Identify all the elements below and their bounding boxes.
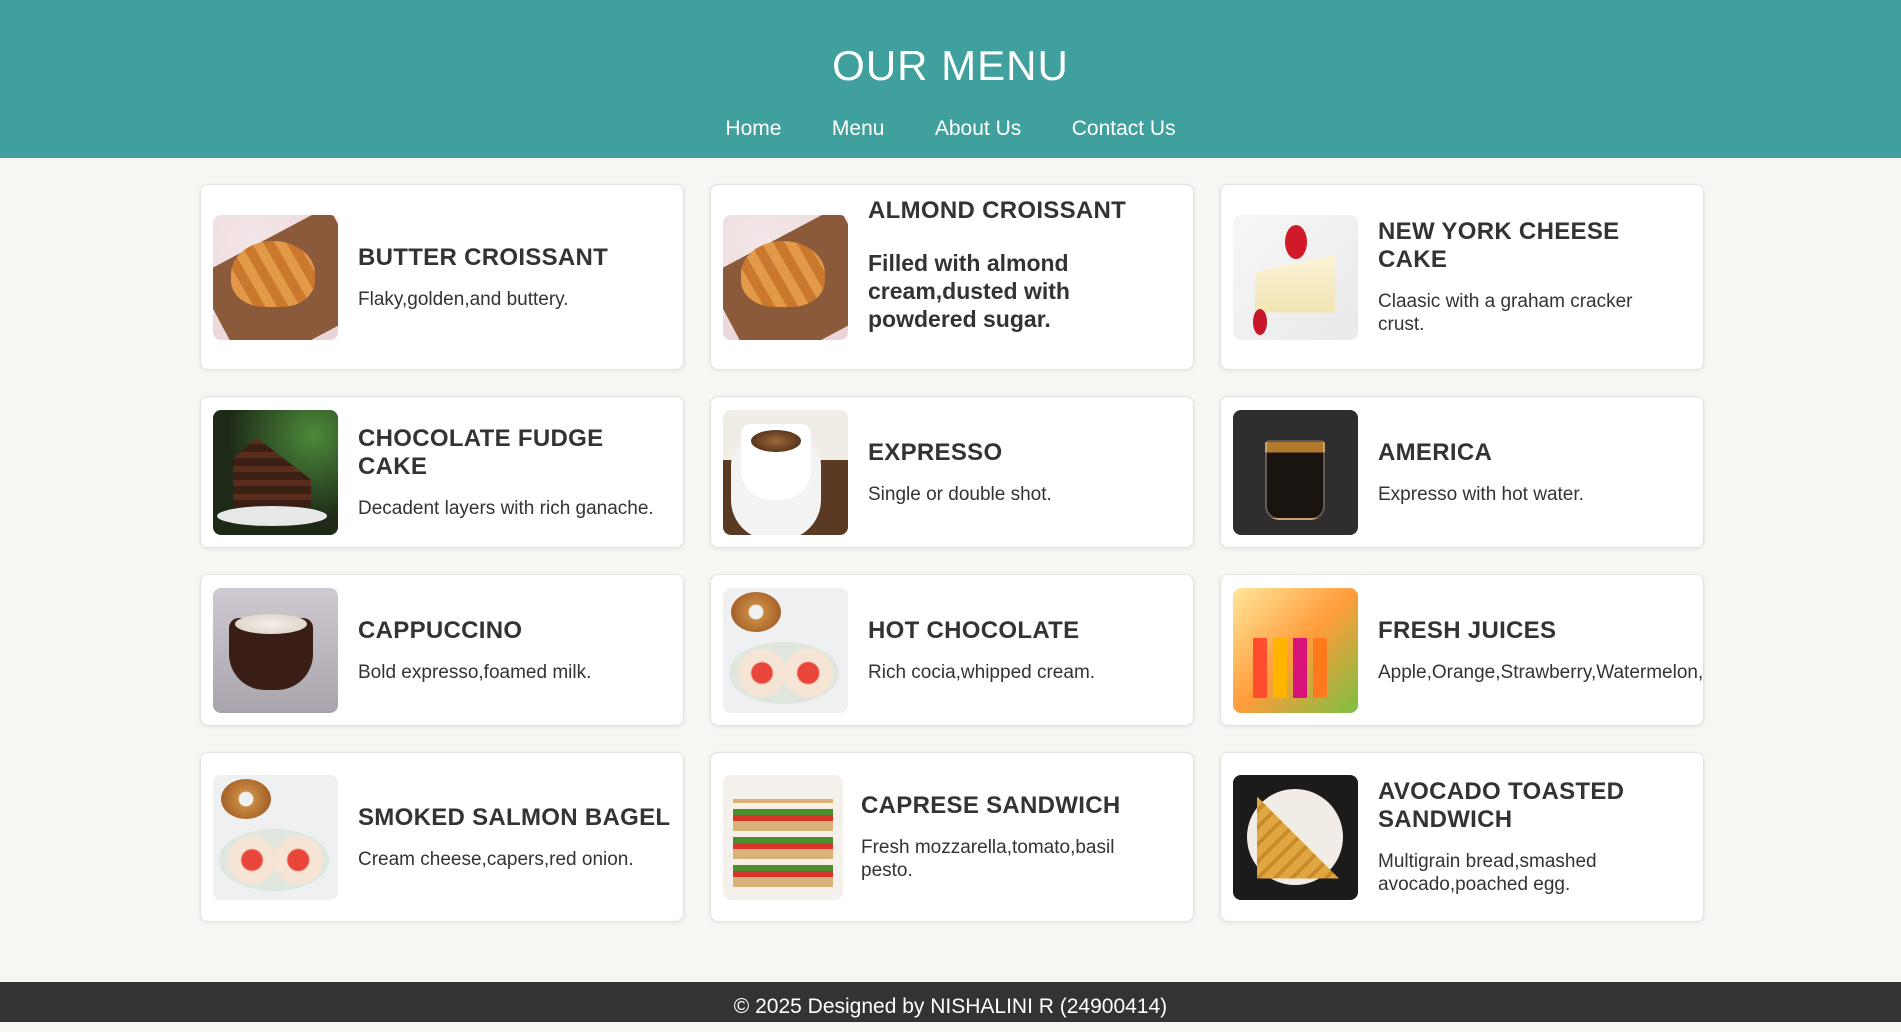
nav-about-us[interactable]: About Us <box>935 117 1021 140</box>
bagel-image <box>213 774 338 900</box>
menu-item-desc: Fresh mozzarella,tomato,basil pesto. <box>861 837 1115 881</box>
menu-item-name: CHOCOLATE FUDGE CAKE <box>358 424 604 480</box>
americano-image <box>1233 409 1358 535</box>
croissant-image <box>213 214 338 340</box>
menu-item-card: FRESH JUICES Apple,Orange,Strawberry,Wat… <box>1220 574 1704 726</box>
sandwich-image <box>723 774 843 900</box>
menu-item-desc: Claasic with a graham cracker crust. <box>1378 291 1633 335</box>
menu-item-card: BUTTER CROISSANT Flaky,golden,and butter… <box>200 184 684 370</box>
menu-item-card: HOT CHOCOLATE Rich cocia,whipped cream. <box>710 574 1194 726</box>
menu-item-name: EXPRESSO <box>868 438 1003 466</box>
menu-item-desc: Apple,Orange,Strawberry,Watermelon, <box>1378 661 1704 683</box>
menu-item-card: AVOCADO TOASTED SANDWICH Multigrain brea… <box>1220 752 1704 922</box>
menu-item-name: BUTTER CROISSANT <box>358 243 609 271</box>
menu-item-name: CAPRESE SANDWICH <box>861 792 1121 819</box>
menu-item-desc: Bold expresso,foamed milk. <box>358 661 592 683</box>
site-header: OUR MENU Home Menu About Us Contact Us <box>0 0 1901 158</box>
menu-item-name: CAPPUCCINO <box>358 616 523 644</box>
menu-item-desc: Expresso with hot water. <box>1378 483 1584 505</box>
juices-image <box>1233 587 1358 713</box>
menu-item-text: AVOCADO TOASTED SANDWICH Multigrain brea… <box>1378 778 1668 896</box>
toast-sandwich-image <box>1233 774 1358 900</box>
menu-item-name: ALMOND CROISSANT <box>868 197 1127 224</box>
page-title: OUR MENU <box>832 42 1069 89</box>
menu-item-name: AVOCADO TOASTED SANDWICH <box>1378 778 1625 833</box>
fudge-cake-image <box>213 409 338 535</box>
site-footer: © 2025 Designed by NISHALINI R (24900414… <box>0 982 1901 1022</box>
cheesecake-image <box>1233 214 1358 340</box>
espresso-image <box>723 409 848 535</box>
menu-item-card: AMERICA Expresso with hot water. <box>1220 396 1704 548</box>
nav-contact-us[interactable]: Contact Us <box>1072 117 1176 140</box>
menu-item-name: NEW YORK CHEESE CAKE <box>1378 218 1620 273</box>
menu-item-desc: Rich cocia,whipped cream. <box>868 661 1096 683</box>
menu-item-name: AMERICA <box>1378 438 1493 466</box>
nav-home[interactable]: Home <box>725 117 781 140</box>
menu-item-text: NEW YORK CHEESE CAKE Claasic with a grah… <box>1378 218 1691 336</box>
menu-item-desc: Flaky,golden,and buttery. <box>358 288 569 310</box>
nav-menu[interactable]: Menu <box>832 117 885 140</box>
menu-item-card: CHOCOLATE FUDGE CAKE Decadent layers wit… <box>200 396 684 548</box>
menu-item-card: CAPRESE SANDWICH Fresh mozzarella,tomato… <box>710 752 1194 922</box>
menu-item-text: AMERICA Expresso with hot water. <box>1378 439 1584 506</box>
croissant-image <box>723 215 848 340</box>
menu-item-desc: Single or double shot. <box>868 483 1052 505</box>
menu-item-desc: Decadent layers with rich ganache. <box>358 497 654 519</box>
menu-item-text: CAPRESE SANDWICH Fresh mozzarella,tomato… <box>861 792 1151 882</box>
menu-item-text: BUTTER CROISSANT Flaky,golden,and butter… <box>358 244 608 311</box>
menu-item-card: NEW YORK CHEESE CAKE Claasic with a grah… <box>1220 184 1704 370</box>
menu-item-card: CAPPUCCINO Bold expresso,foamed milk. <box>200 574 684 726</box>
menu-item-card: EXPRESSO Single or double shot. <box>710 396 1194 548</box>
main-nav: Home Menu About Us Contact Us <box>0 117 1901 141</box>
menu-grid: BUTTER CROISSANT Flaky,golden,and butter… <box>200 184 1704 922</box>
menu-item-desc: Cream cheese,capers,red onion. <box>358 848 634 870</box>
menu-item-text: SMOKED SALMON BAGEL Cream cheese,capers,… <box>358 804 670 871</box>
menu-item-name: HOT CHOCOLATE <box>868 616 1080 644</box>
menu-item-desc: Filled with almond cream,dusted with pow… <box>868 250 1070 332</box>
bagel-image <box>723 587 848 713</box>
menu-item-name: SMOKED SALMON BAGEL <box>358 803 671 831</box>
menu-item-text: EXPRESSO Single or double shot. <box>868 439 1052 506</box>
menu-item-card: ALMOND CROISSANT Filled with almond crea… <box>710 184 1194 370</box>
menu-item-name: FRESH JUICES <box>1378 616 1557 644</box>
menu-item-desc: Multigrain bread,smashed avocado,poached… <box>1378 851 1597 895</box>
menu-item-card: SMOKED SALMON BAGEL Cream cheese,capers,… <box>200 752 684 922</box>
menu-item-text: FRESH JUICES Apple,Orange,Strawberry,Wat… <box>1378 617 1703 684</box>
menu-item-text: CHOCOLATE FUDGE CAKE Decadent layers wit… <box>358 425 654 520</box>
menu-item-text: ALMOND CROISSANT Filled with almond crea… <box>868 197 1126 333</box>
menu-item-text: CAPPUCCINO Bold expresso,foamed milk. <box>358 617 591 684</box>
menu-item-text: HOT CHOCOLATE Rich cocia,whipped cream. <box>868 617 1095 684</box>
cappuccino-image <box>213 587 338 713</box>
